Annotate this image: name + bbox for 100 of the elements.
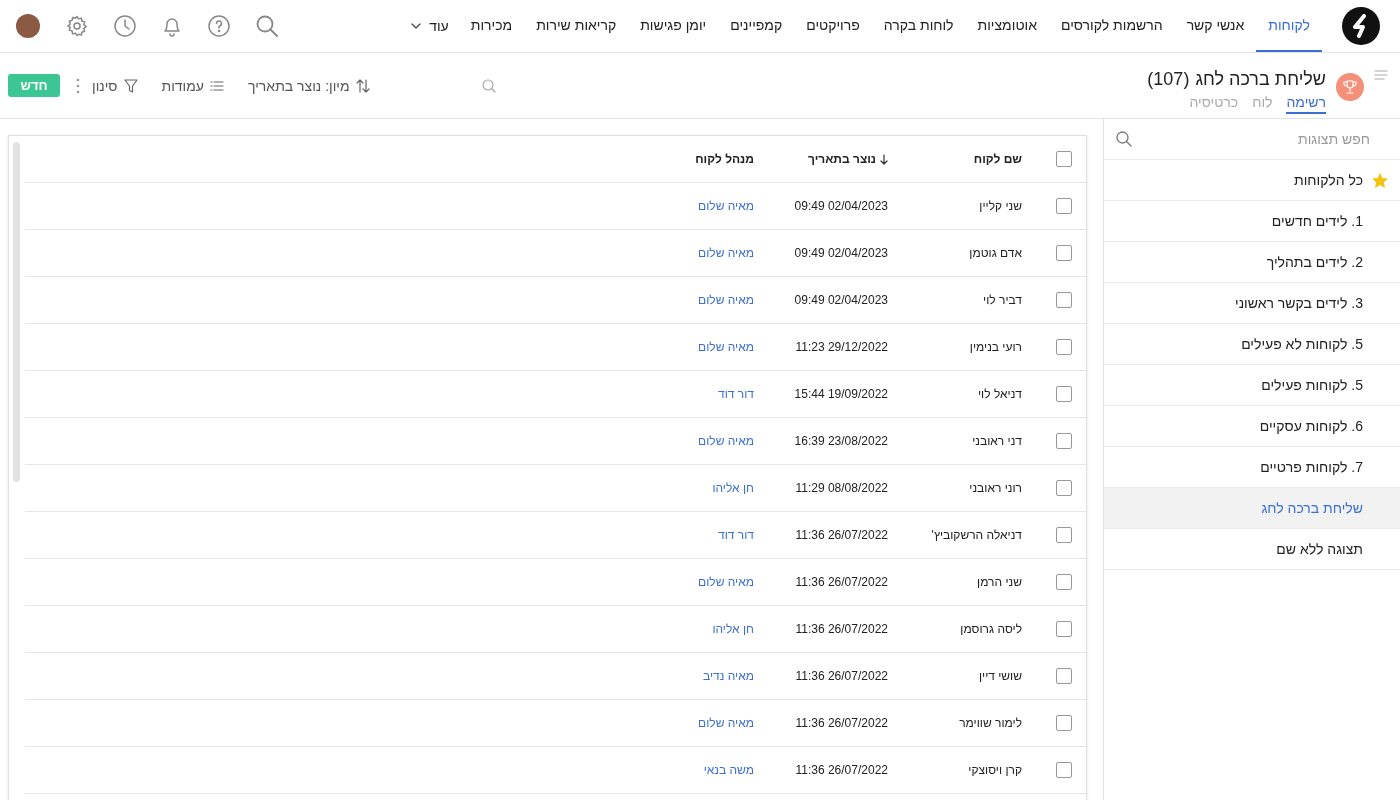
nav-tab[interactable]: קמפיינים xyxy=(718,0,795,52)
table-cell-text: 02/04/2023 09:49 xyxy=(794,293,889,307)
view-title: שליחת ברכה לחג xyxy=(1195,69,1326,90)
table-cell-text: שושי דיין xyxy=(978,669,1023,683)
sidebar-item[interactable]: שליחת ברכה לחג xyxy=(1104,488,1400,529)
bell-icon[interactable] xyxy=(162,15,182,37)
column-header[interactable]: מנהל לקוח xyxy=(695,152,774,166)
settings-icon[interactable] xyxy=(66,15,88,37)
checkbox[interactable] xyxy=(1056,339,1072,355)
sidebar-item[interactable]: 5. לקוחות לא פעילים xyxy=(1104,324,1400,365)
table-cell-text: רוני ראובני xyxy=(969,481,1023,495)
table-cell-text: 26/07/2022 11:36 xyxy=(795,528,889,542)
sidebar-item[interactable]: 6. לקוחות עסקיים xyxy=(1104,406,1400,447)
nav-tab[interactable]: פרויקטים xyxy=(794,0,872,52)
clock-icon[interactable] xyxy=(114,15,136,37)
checkbox[interactable] xyxy=(1056,668,1072,684)
checkbox[interactable] xyxy=(1056,433,1072,449)
logo[interactable] xyxy=(1342,7,1380,45)
manager-link[interactable]: מאיה שלום xyxy=(698,716,774,730)
nav-tab[interactable]: יומן פגישות xyxy=(628,0,719,52)
search-field[interactable]: חפש תצוגות xyxy=(1132,130,1372,148)
checkbox[interactable] xyxy=(1056,386,1072,402)
manager-link[interactable]: חן אליהו xyxy=(712,481,774,495)
table-cell-text: 29/12/2022 11:23 xyxy=(795,340,889,354)
filter-button[interactable]: סינון xyxy=(80,77,150,94)
kebab-menu-icon[interactable] xyxy=(76,77,80,94)
table-cell-text: אדם גוטמן xyxy=(969,246,1023,260)
checkbox[interactable] xyxy=(1056,245,1072,261)
table-cell-text: 19/09/2022 15:44 xyxy=(794,387,889,401)
sort-button[interactable]: מיון: נוצר בתאריך xyxy=(236,77,382,94)
nav-tab[interactable]: מכירות xyxy=(458,0,525,52)
checkbox[interactable] xyxy=(1056,292,1072,308)
chevron-down-icon xyxy=(411,23,422,29)
table-cell-text: 26/07/2022 11:36 xyxy=(795,763,889,777)
sidebar-item[interactable]: 2. לידים בתהליך xyxy=(1104,242,1400,283)
table-cell-text: ליסה גרוסמן xyxy=(960,622,1023,636)
more-menu[interactable]: עוד xyxy=(401,0,459,52)
filter-icon xyxy=(123,78,138,93)
nav-tab[interactable]: אוטומציות xyxy=(965,0,1049,52)
help-icon[interactable] xyxy=(208,15,230,37)
manager-link[interactable]: מאיה שלום xyxy=(698,434,774,448)
sidebar-item[interactable]: 5. לקוחות פעילים xyxy=(1104,365,1400,406)
column-header[interactable]: נוצר בתאריך xyxy=(807,152,908,166)
sidebar-item[interactable]: 3. לידים בקשר ראשוני xyxy=(1104,283,1400,324)
checkbox[interactable] xyxy=(1056,762,1072,778)
table-cell-text: לימור שווימר xyxy=(959,716,1023,730)
checkbox[interactable] xyxy=(1056,574,1072,590)
manager-link[interactable]: דור דוד xyxy=(718,528,774,542)
table-cell-text: שני קליין xyxy=(979,199,1023,213)
manager-link[interactable]: מאיה שלום xyxy=(698,575,774,589)
table-cell-text: 26/07/2022 11:36 xyxy=(795,575,889,589)
manager-link[interactable]: מאיה שלום xyxy=(698,246,774,260)
manager-link[interactable]: משה בנאי xyxy=(703,763,774,777)
nav-tab[interactable]: אנשי קשר xyxy=(1174,0,1257,52)
table-cell-text: דניאל לוי xyxy=(978,387,1023,401)
search-icon[interactable] xyxy=(256,15,278,37)
scrollbar[interactable] xyxy=(13,142,20,482)
sort-icon xyxy=(355,77,370,94)
checkbox[interactable] xyxy=(1056,715,1072,731)
manager-link[interactable]: מאיה שלום xyxy=(698,340,774,354)
table-cell-text: 26/07/2022 11:36 xyxy=(795,716,889,730)
manager-link[interactable]: דור דוד xyxy=(718,387,774,401)
manager-link[interactable]: מאיה נדיב xyxy=(703,669,774,683)
table-cell-text: דני ראובני xyxy=(972,434,1023,448)
manager-link[interactable]: מאיה שלום xyxy=(698,199,774,213)
avatar[interactable] xyxy=(16,14,40,38)
checkbox[interactable] xyxy=(1056,621,1072,637)
table-cell-text: קרן ויסוצקי xyxy=(968,763,1023,777)
column-header[interactable]: שם לקוח xyxy=(973,152,1042,166)
checkbox[interactable] xyxy=(1056,151,1072,167)
table-cell-text: 23/08/2022 16:39 xyxy=(794,434,889,448)
table-cell-text: 02/04/2023 09:49 xyxy=(794,246,889,260)
table-cell-text: דביר לוי xyxy=(983,293,1023,307)
table-cell-text: שני הרמן xyxy=(977,575,1023,589)
checkbox[interactable] xyxy=(1056,527,1072,543)
record-count: (107) xyxy=(1147,69,1190,90)
trophy-icon xyxy=(1336,73,1364,101)
table-cell-text: 08/08/2022 11:29 xyxy=(795,481,889,495)
checkbox[interactable] xyxy=(1056,198,1072,214)
nav-tab[interactable]: קריאות שירות xyxy=(524,0,629,52)
manager-link[interactable]: חן אליהו xyxy=(712,622,774,636)
table-cell-text: 26/07/2022 11:36 xyxy=(795,622,889,636)
menu-icon[interactable] xyxy=(1374,69,1388,81)
table-cell-text: רועי בנימין xyxy=(969,340,1023,354)
nav-tab[interactable]: לקוחות xyxy=(1256,0,1322,52)
manager-link[interactable]: מאיה שלום xyxy=(698,293,774,307)
sidebar-item[interactable]: כל הלקוחות xyxy=(1294,172,1363,188)
table-cell-text: דניאלה הרשקוביץ' xyxy=(931,528,1023,542)
list-icon xyxy=(210,79,225,92)
nav-tab[interactable]: לוחות בקרה xyxy=(871,0,966,52)
search-icon[interactable] xyxy=(1116,131,1132,147)
nav-tab[interactable]: הרשמות לקורסים xyxy=(1048,0,1175,52)
sidebar-item[interactable]: 1. לידים חדשים xyxy=(1104,201,1400,242)
view-tab[interactable]: רשימה xyxy=(1286,94,1326,114)
table-cell-text: 26/07/2022 11:36 xyxy=(795,669,889,683)
columns-button[interactable]: עמודות xyxy=(149,77,237,94)
checkbox[interactable] xyxy=(1056,480,1072,496)
sidebar-item[interactable]: תצוגה ללא שם xyxy=(1104,529,1400,570)
table-cell-text: 02/04/2023 09:49 xyxy=(794,199,889,213)
search-icon[interactable] xyxy=(481,78,496,93)
